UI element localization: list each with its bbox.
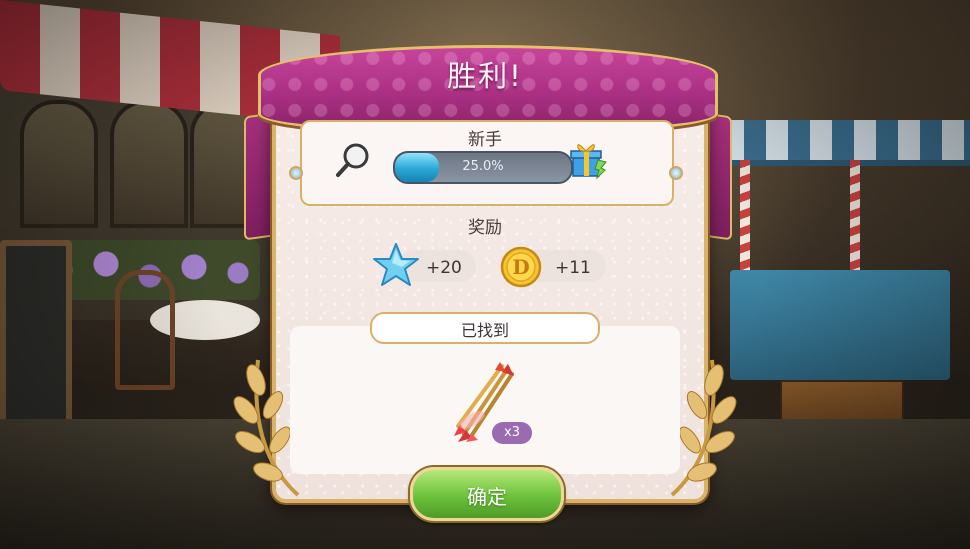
dialog-title: 胜利! [447, 59, 523, 93]
corner-gem-icon [289, 166, 303, 180]
coin-reward-value: +11 [555, 258, 591, 278]
confirm-button[interactable]: 确定 [410, 467, 564, 521]
level-progress-bar: 25.0% [393, 151, 573, 184]
svg-text:D: D [512, 255, 529, 279]
found-label: 已找到 [460, 321, 509, 340]
star-icon [373, 243, 419, 286]
item-quantity-badge: x3 [492, 422, 532, 444]
progress-text: 25.0% [462, 159, 504, 174]
star-reward-value: +20 [426, 258, 462, 278]
reward-label: 奖励 [468, 218, 502, 238]
corner-gem-icon [669, 166, 683, 180]
gift-box-icon [570, 144, 607, 180]
magnifier-icon [336, 143, 369, 177]
confirm-button-label: 确定 [467, 485, 507, 509]
coin-icon: D [500, 246, 542, 288]
